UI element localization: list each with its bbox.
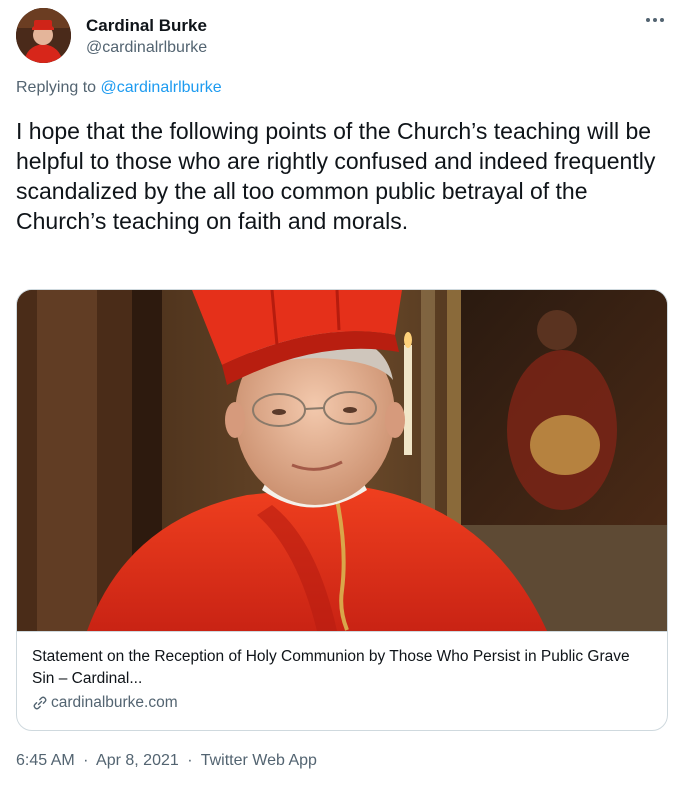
tweet-date[interactable]: Apr 8, 2021: [96, 752, 179, 769]
author-name[interactable]: Cardinal Burke: [86, 16, 207, 36]
replying-to: Replying to @cardinalrlburke: [16, 79, 222, 97]
card-image: [17, 290, 667, 631]
tweet-header: Cardinal Burke @cardinalrlburke: [16, 8, 669, 64]
meta-separator: ·: [187, 752, 193, 769]
more-horizontal-icon[interactable]: [641, 10, 669, 32]
replying-to-label: Replying to: [16, 79, 97, 96]
link-icon: [33, 696, 47, 710]
tweet-source[interactable]: Twitter Web App: [201, 752, 317, 769]
tweet-text: I hope that the following points of the …: [16, 118, 656, 234]
author-avatar[interactable]: [16, 8, 71, 63]
tweet-time[interactable]: 6:45 AM: [16, 752, 75, 769]
card-title[interactable]: Statement on the Reception of Holy Commu…: [32, 646, 642, 690]
link-preview-card[interactable]: Statement on the Reception of Holy Commu…: [16, 289, 668, 731]
card-domain[interactable]: cardinalburke.com: [32, 694, 653, 712]
card-info: Statement on the Reception of Holy Commu…: [17, 631, 667, 730]
card-domain-text: cardinalburke.com: [51, 694, 178, 711]
cardinal-portrait-image: [17, 290, 667, 631]
avatar-image: [16, 8, 71, 63]
author-handle[interactable]: @cardinalrlburke: [86, 39, 207, 57]
replying-to-handle-link[interactable]: @cardinalrlburke: [101, 79, 222, 96]
meta-separator: ·: [83, 752, 89, 769]
tweet-meta: 6:45 AM · Apr 8, 2021 · Twitter Web App: [16, 752, 317, 770]
